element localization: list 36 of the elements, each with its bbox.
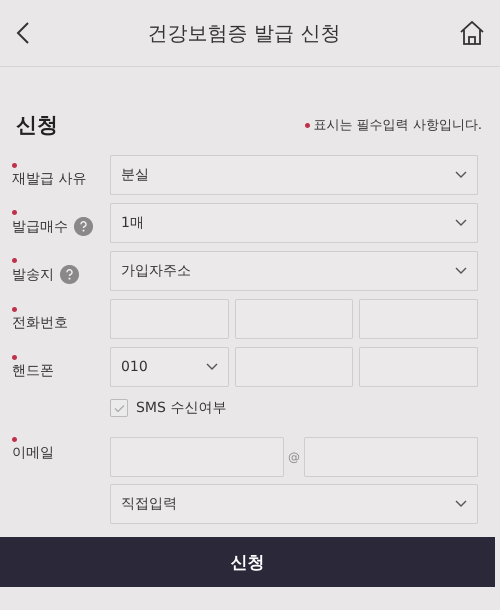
- field-label: 발급매수: [12, 218, 68, 236]
- field-label: 이메일: [12, 444, 54, 462]
- select-field[interactable]: 직접입력: [110, 484, 478, 524]
- help-icon[interactable]: [74, 217, 93, 236]
- field-label: 핸드폰: [12, 362, 54, 380]
- field-label: 발송지: [12, 266, 54, 284]
- checkmark-icon: [114, 404, 124, 412]
- checkbox[interactable]: [110, 399, 128, 417]
- select-field[interactable]: 가입자주소: [110, 251, 478, 291]
- chevron-down-icon: [455, 219, 467, 227]
- chevron-down-icon: [455, 267, 467, 275]
- at-sign: @: [288, 450, 300, 464]
- section-title: 신청: [16, 112, 58, 139]
- select-field[interactable]: 010: [110, 347, 229, 387]
- input-field[interactable]: [110, 299, 229, 339]
- required-note: 표시는 필수입력 사항입니다.: [314, 117, 482, 134]
- chevron-down-icon: [206, 363, 218, 371]
- field-label: 전화번호: [12, 314, 68, 332]
- back-icon[interactable]: [16, 21, 30, 45]
- select-field[interactable]: 1매: [110, 203, 478, 243]
- input-field[interactable]: [304, 437, 478, 477]
- input-field[interactable]: [359, 299, 478, 339]
- select-field[interactable]: 분실: [110, 155, 478, 195]
- chevron-down-icon: [455, 500, 467, 508]
- input-field[interactable]: [234, 347, 354, 387]
- checkbox-label: SMS 수신여부: [136, 399, 226, 417]
- input-field[interactable]: [110, 437, 284, 477]
- submit-button[interactable]: 신청: [0, 537, 495, 587]
- home-icon[interactable]: [458, 19, 486, 47]
- required-dot: [304, 122, 310, 128]
- input-field[interactable]: [234, 299, 354, 339]
- page-title: 건강보험증 발급 신청: [148, 20, 340, 46]
- field-label: 재발급 사유: [12, 170, 86, 188]
- input-field[interactable]: [359, 347, 478, 387]
- help-icon[interactable]: [60, 265, 79, 284]
- chevron-down-icon: [455, 171, 467, 179]
